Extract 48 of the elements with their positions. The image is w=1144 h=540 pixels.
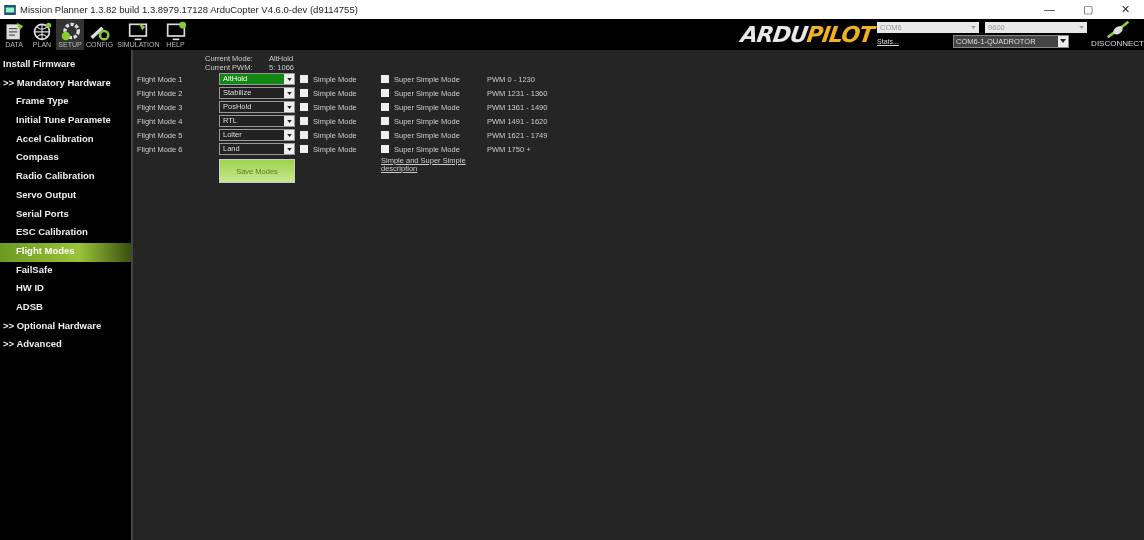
checkbox[interactable] <box>300 145 308 153</box>
sidebar-item[interactable]: ESC Calibration <box>0 224 131 243</box>
caret-icon <box>286 77 292 81</box>
logo: ARDUPILOT <box>739 22 875 47</box>
sidebar-item[interactable]: >> Mandatory Hardware <box>0 74 131 94</box>
sidebar-item[interactable]: >> Optional Hardware <box>0 317 131 337</box>
sidebar-item[interactable]: FailSafe <box>0 261 131 281</box>
caret-icon <box>971 25 977 29</box>
plug-icon <box>1104 19 1131 39</box>
caret-icon <box>286 133 292 137</box>
checkbox[interactable] <box>300 131 308 139</box>
checkbox[interactable] <box>381 103 389 111</box>
window-title: Mission Planner 1.3.82 build 1.3.8979.17128 ArduCopter V4.6.0-dev (d9114755) <box>20 4 359 15</box>
setup-icon <box>59 21 81 41</box>
caret-icon <box>286 91 292 95</box>
checkbox[interactable] <box>381 89 389 97</box>
sidebar-item[interactable]: >> Advanced <box>0 336 131 355</box>
sidebar-item[interactable]: Install Firmware <box>0 56 131 75</box>
plan-icon <box>31 21 53 41</box>
sidebar-item[interactable]: Compass <box>0 149 131 169</box>
sidebar-item[interactable]: Accel Calibration <box>0 130 131 150</box>
checkbox[interactable] <box>381 75 389 83</box>
sidebar-item[interactable]: ADSB <box>0 298 131 318</box>
app-icon <box>4 4 16 15</box>
maximize-button[interactable]: ▢ <box>1083 3 1093 16</box>
checkbox[interactable] <box>300 103 308 111</box>
sidebar-item[interactable]: Frame Type <box>0 93 131 113</box>
sidebar-item[interactable]: Initial Tune Paramete <box>0 112 131 131</box>
caret-icon <box>286 147 292 151</box>
checkbox[interactable] <box>300 75 308 83</box>
sidebar-item[interactable]: Servo Output <box>0 186 131 206</box>
caret-icon <box>286 119 292 123</box>
checkbox[interactable] <box>300 89 308 97</box>
caret-icon <box>1079 25 1085 29</box>
sidebar-item[interactable]: Serial Ports <box>0 205 131 225</box>
minimize-button[interactable]: — <box>1044 3 1055 16</box>
help-icon <box>164 21 187 41</box>
sidebar-item[interactable]: HW ID <box>0 280 131 299</box>
checkbox[interactable] <box>300 117 308 125</box>
caret-icon <box>1060 39 1067 43</box>
sidebar-item[interactable]: Radio Calibration <box>0 168 131 187</box>
checkbox[interactable] <box>381 131 389 139</box>
checkbox[interactable] <box>381 145 389 153</box>
checkbox[interactable] <box>381 117 389 125</box>
caret-icon <box>286 105 292 109</box>
close-button[interactable]: ✕ <box>1121 3 1130 16</box>
simulation-icon <box>127 21 150 41</box>
disconnect-button[interactable]: DISCONNECT <box>1091 19 1144 50</box>
